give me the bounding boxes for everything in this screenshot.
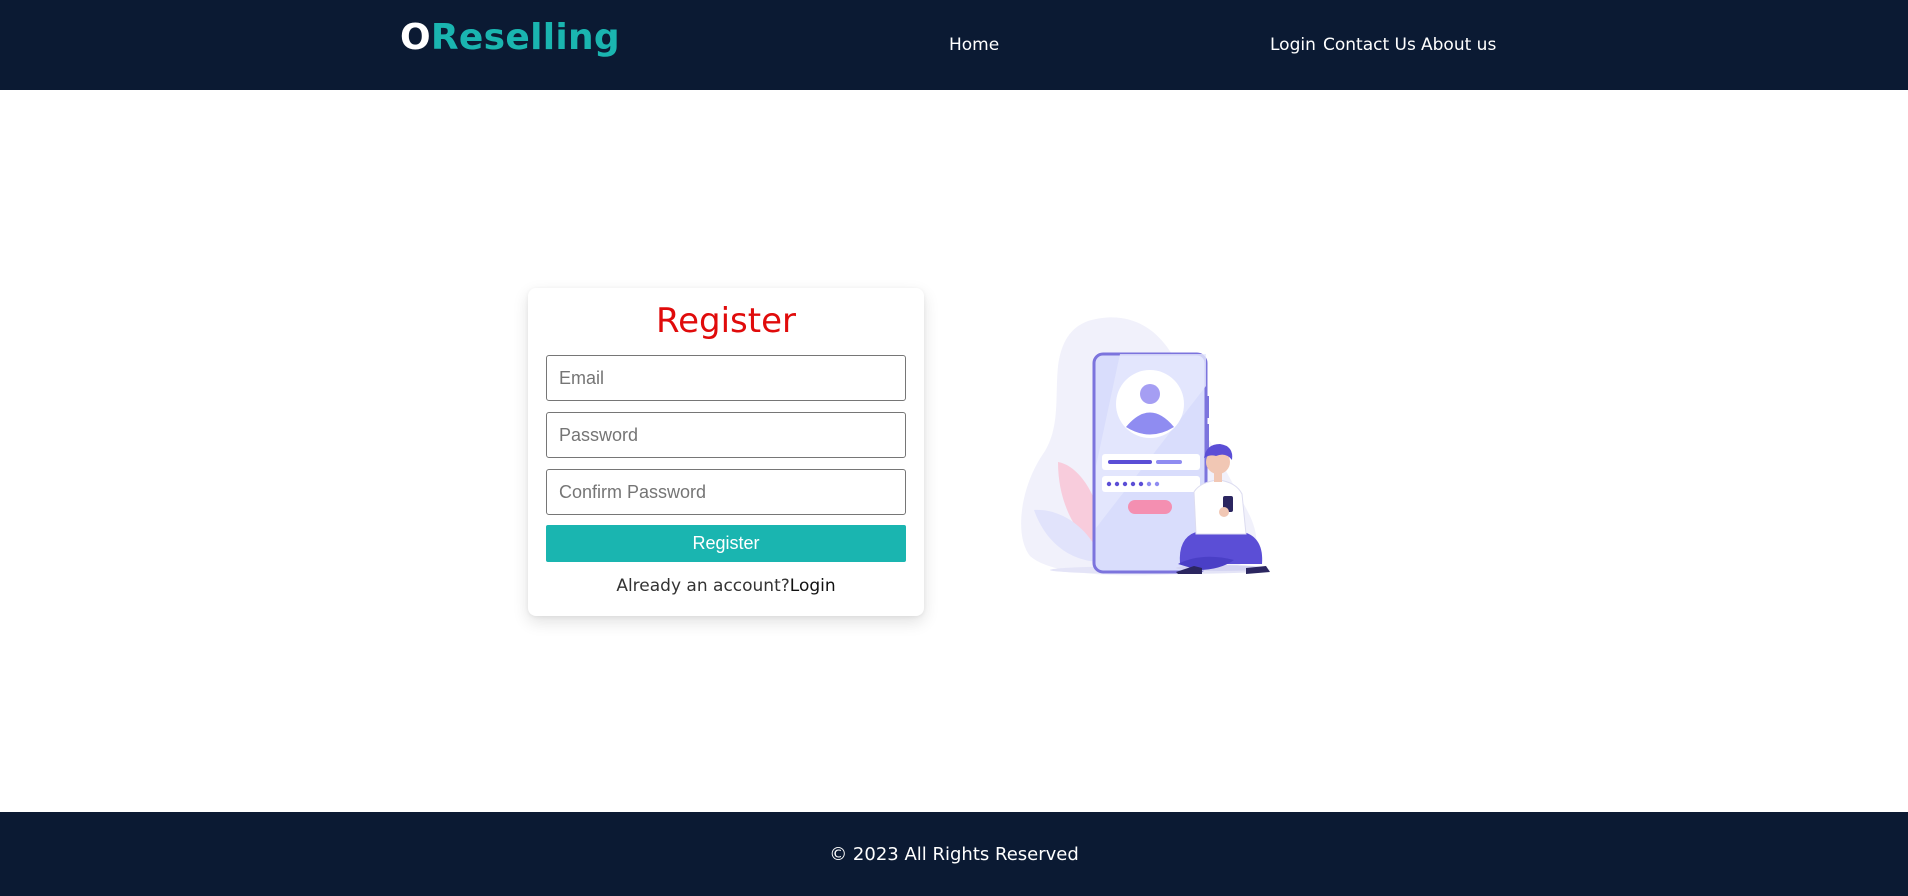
navbar: OReselling Home Login Contact Us About u… — [0, 0, 1908, 90]
register-form-card: Register Register Already an account?Log… — [528, 288, 924, 616]
copyright-text: © 2023 All Rights Reserved — [829, 844, 1079, 865]
logo-letter: O — [400, 17, 431, 58]
register-title: Register — [656, 301, 796, 341]
nav-login[interactable]: Login — [1270, 34, 1316, 56]
already-account-text: Already an account?Login — [528, 574, 924, 598]
nav-contact-us[interactable]: Contact Us — [1323, 34, 1416, 56]
logo[interactable]: OReselling — [400, 16, 620, 60]
password-field[interactable] — [546, 412, 906, 458]
logo-text: Reselling — [430, 17, 621, 58]
email-field[interactable] — [546, 355, 906, 401]
person-with-phone-login-illustration — [1020, 316, 1282, 578]
register-button[interactable]: Register — [546, 525, 906, 562]
nav-about-us[interactable]: About us — [1421, 34, 1496, 56]
footer: © 2023 All Rights Reserved — [0, 812, 1908, 896]
nav-home[interactable]: Home — [949, 34, 999, 56]
login-link[interactable]: Login — [790, 576, 836, 596]
already-account-label: Already an account? — [616, 576, 790, 596]
confirm-password-field[interactable] — [546, 469, 906, 515]
